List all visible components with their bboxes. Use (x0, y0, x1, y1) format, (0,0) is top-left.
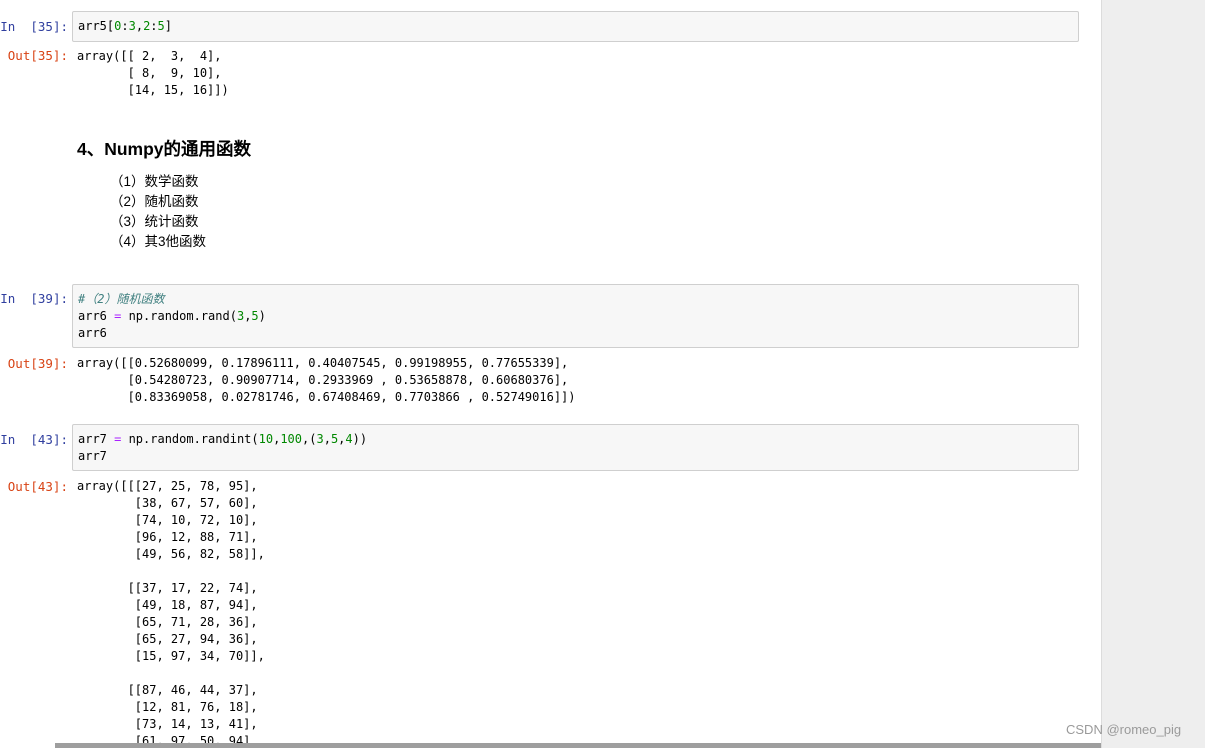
markdown-list-item: （1）数学函数 (110, 174, 199, 189)
markdown-list: （1）数学函数 （2）随机函数 （3）统计函数 （4）其3他函数 (110, 172, 206, 252)
right-gutter (1101, 0, 1205, 748)
in-prompt-43: In [43]: (0, 432, 68, 447)
code-cell-43[interactable]: arr7 = np.random.randint(10,100,(3,5,4))… (72, 424, 1079, 471)
out-prompt-43: Out[43]: (7, 479, 68, 494)
horizontal-scrollbar[interactable] (55, 743, 1101, 748)
markdown-heading: 4、Numpy的通用函数 (77, 139, 252, 159)
markdown-list-item: （2）随机函数 (110, 194, 199, 209)
out-prompt-35: Out[35]: (7, 48, 68, 63)
watermark: CSDN @romeo_pig (1066, 722, 1182, 737)
code-line: arr6 = np.random.rand(3,5) (78, 309, 266, 323)
out-prompt-39: Out[39]: (7, 356, 68, 371)
code-cell-35[interactable]: arr5[0:3,2:5] (72, 11, 1079, 42)
code-line: arr7 (78, 449, 107, 463)
code-line: arr7 = np.random.randint(10,100,(3,5,4)) (78, 432, 368, 446)
markdown-list-item: （3）统计函数 (110, 214, 199, 229)
output-35: array([[ 2, 3, 4], [ 8, 9, 10], [14, 15,… (77, 49, 229, 97)
code-line: arr5[0:3,2:5] (78, 18, 1073, 35)
code-line: #（2）随机函数 (78, 291, 1073, 308)
output-43: array([[[27, 25, 78, 95], [38, 67, 57, 6… (77, 479, 265, 743)
in-prompt-39: In [39]: (0, 291, 68, 306)
code-cell-39[interactable]: #（2）随机函数 arr6 = np.random.rand(3,5) arr6 (72, 284, 1079, 348)
code-comment: #（2）随机函数 (78, 292, 165, 306)
code-text: arr5[0:3,2:5] (78, 19, 172, 33)
output-39: array([[0.52680099, 0.17896111, 0.404075… (77, 356, 576, 404)
markdown-list-item: （4）其3他函数 (110, 234, 207, 249)
in-prompt-35: In [35]: (0, 19, 68, 34)
code-line: arr6 (78, 326, 107, 340)
